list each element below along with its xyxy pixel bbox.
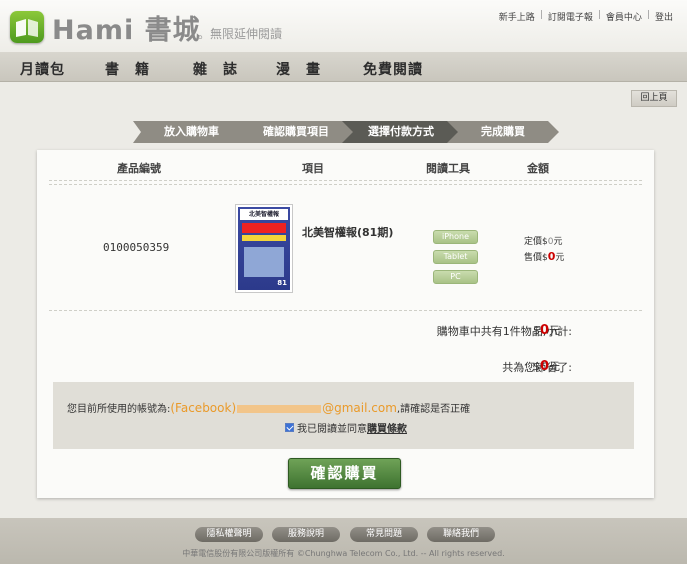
account-domain: @gmail.com [322,401,397,415]
item-title[interactable]: 北美智權報(81期) [302,224,393,240]
top-links: 新手上路 | 訂閱電子報 | 會員中心 | 登出 [499,10,673,23]
subtotal-value: $0元 [533,323,561,338]
footer-link-contact[interactable]: 聯絡我們 [427,527,495,542]
tool-badge-pc: PC [433,270,478,284]
site-footer: 隱私權聲明 服務說明 常見問題 聯絡我們 中華電信股份有限公司版權所有 ©Chu… [0,518,687,564]
top-link-member[interactable]: 會員中心 [606,10,642,23]
terms-link[interactable]: 購買條款 [367,420,407,435]
top-link-logout[interactable]: 登出 [655,10,673,23]
nav-item-books[interactable]: 書 籍 [105,59,150,79]
top-link-newbie[interactable]: 新手上路 [499,10,535,23]
cover-issue: 81 [277,279,287,287]
copyright: 中華電信股份有限公司版權所有 ©Chunghwa Telecom Co., Lt… [182,549,505,558]
step-payment: 選擇付款方式 [342,121,460,143]
product-id: 0100050359 [103,241,170,254]
nav-item-monthly[interactable]: 月讀包 [20,59,65,79]
step-add-to-cart: 放入購物車 [133,121,250,143]
nav-item-free[interactable]: 免費閱讀 [363,59,423,79]
back-button[interactable]: 回上頁 [631,90,677,107]
cart-panel: 產品編號 項目 閱讀工具 金額 0100050359 北美智權報 81 北美智權… [37,150,654,498]
footer-link-faq[interactable]: 常見問題 [350,527,418,542]
column-header-item: 項目 [302,162,324,175]
nav-item-magazines[interactable]: 雜 誌 [193,59,238,79]
column-header-product-id: 產品編號 [117,162,161,175]
confirm-purchase-button[interactable]: 確認購買 [288,458,401,489]
footer-link-privacy[interactable]: 隱私權聲明 [195,527,263,542]
account-provider: (Facebook) [170,401,237,415]
account-line: 您目前所使用的帳號為:(Facebook) @gmail.com,請確認是否正確 [67,401,471,415]
cover-title: 北美智權報 [240,209,288,220]
list-price: 定價$0元 [524,237,563,247]
agree-row: 我已閱讀並同意 購買條款 [285,420,407,435]
sale-price: 售價$0元 [524,250,565,263]
top-link-newsletter[interactable]: 訂閱電子報 [548,10,593,23]
step-confirm-items: 確認購買項目 [237,121,355,143]
step-complete: 完成購買 [447,121,559,143]
tool-badge-iphone: iPhone [433,230,478,244]
magazine-cover[interactable]: 北美智權報 81 [235,204,293,293]
agree-label: 我已閱讀並同意 [297,424,367,435]
tagline: 。無限延伸閱讀 [198,27,283,41]
divider: | [646,10,650,20]
account-confirm-box: 您目前所使用的帳號為:(Facebook) @gmail.com,請確認是否正確 … [53,382,634,449]
hami-logo-icon[interactable] [10,11,44,43]
site-header: Hami 書城 。無限延伸閱讀 新手上路 | 訂閱電子報 | 會員中心 | 登出 [0,0,687,52]
tool-badge-tablet: Tablet [433,250,478,264]
main-nav: 月讀包 書 籍 雜 誌 漫 畫 免費閱讀 [0,52,687,82]
divider [49,184,642,185]
agree-checkbox[interactable] [285,423,294,432]
masked-email [237,405,322,413]
divider [49,310,642,311]
footer-link-service[interactable]: 服務說明 [272,527,340,542]
nav-item-comics[interactable]: 漫 畫 [276,59,321,79]
column-header-reading-tool: 閱讀工具 [426,162,470,175]
column-header-amount: 金額 [527,162,549,175]
divider [49,180,642,181]
divider: | [539,10,543,20]
divider: | [597,10,601,20]
saved-value: $0元 [533,359,561,374]
logo-text[interactable]: Hami 書城 [52,8,201,47]
